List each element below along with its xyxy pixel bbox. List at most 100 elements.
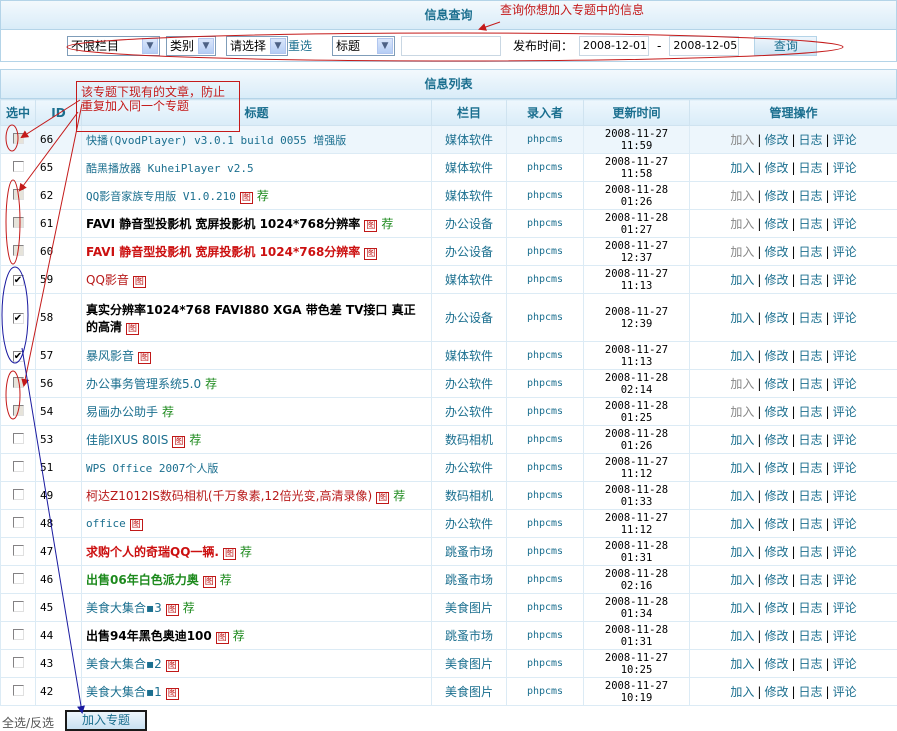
row-checkbox[interactable]: [12, 432, 24, 444]
comment-link[interactable]: 评论: [833, 461, 857, 475]
title-link[interactable]: FAVI 静音型投影机 宽屏投影机 1024*768分辨率: [86, 245, 360, 259]
user-link[interactable]: phpcms: [506, 649, 584, 678]
comment-link[interactable]: 评论: [833, 601, 857, 615]
add-link[interactable]: 加入: [730, 161, 754, 175]
user-link[interactable]: phpcms: [506, 425, 584, 454]
row-checkbox[interactable]: ✔: [12, 313, 24, 324]
user-link[interactable]: phpcms: [506, 265, 584, 294]
edit-link[interactable]: 修改: [764, 189, 788, 203]
add-link[interactable]: 加入: [730, 685, 754, 699]
category-link[interactable]: 媒体软件: [431, 153, 507, 182]
add-link[interactable]: 加入: [730, 545, 754, 559]
log-link[interactable]: 日志: [799, 189, 823, 203]
title-link[interactable]: QQ影音: [86, 273, 129, 287]
user-link[interactable]: phpcms: [506, 293, 584, 342]
type-select[interactable]: 类别 ▼: [166, 35, 216, 56]
edit-link[interactable]: 修改: [764, 545, 788, 559]
edit-link[interactable]: 修改: [764, 311, 788, 325]
row-checkbox[interactable]: [12, 516, 24, 528]
comment-link[interactable]: 评论: [833, 629, 857, 643]
keyword-input[interactable]: [401, 35, 502, 56]
add-link[interactable]: 加入: [730, 433, 754, 447]
comment-link[interactable]: 评论: [833, 517, 857, 531]
edit-link[interactable]: 修改: [764, 217, 788, 231]
log-link[interactable]: 日志: [799, 461, 823, 475]
user-link[interactable]: phpcms: [506, 481, 584, 510]
edit-link[interactable]: 修改: [764, 685, 788, 699]
edit-link[interactable]: 修改: [764, 349, 788, 363]
user-link[interactable]: phpcms: [506, 509, 584, 538]
log-link[interactable]: 日志: [799, 433, 823, 447]
title-link[interactable]: 酷黑播放器 KuheiPlayer v2.5: [86, 162, 254, 175]
edit-link[interactable]: 修改: [764, 433, 788, 447]
row-checkbox[interactable]: [12, 656, 24, 668]
edit-link[interactable]: 修改: [764, 657, 788, 671]
edit-link[interactable]: 修改: [764, 245, 788, 259]
category-link[interactable]: 美食图片: [431, 649, 507, 678]
title-link[interactable]: office: [86, 517, 126, 530]
edit-link[interactable]: 修改: [764, 573, 788, 587]
comment-link[interactable]: 评论: [833, 405, 857, 419]
log-link[interactable]: 日志: [799, 311, 823, 325]
log-link[interactable]: 日志: [799, 217, 823, 231]
log-link[interactable]: 日志: [799, 657, 823, 671]
log-link[interactable]: 日志: [799, 545, 823, 559]
add-link[interactable]: 加入: [730, 311, 754, 325]
query-button[interactable]: 查询: [754, 35, 818, 56]
user-link[interactable]: phpcms: [506, 125, 584, 154]
choose-select[interactable]: 请选择 ▼: [226, 35, 288, 56]
edit-link[interactable]: 修改: [764, 629, 788, 643]
column-select[interactable]: 不限栏目 ▼: [67, 35, 160, 56]
category-link[interactable]: 跳蚤市场: [431, 621, 507, 650]
title-link[interactable]: 佳能IXUS 80IS: [86, 433, 168, 447]
user-link[interactable]: phpcms: [506, 453, 584, 482]
edit-link[interactable]: 修改: [764, 161, 788, 175]
title-link[interactable]: 出售06年白色派力奥: [86, 573, 199, 587]
comment-link[interactable]: 评论: [833, 245, 857, 259]
select-all-link[interactable]: 全选/反选: [2, 714, 54, 731]
title-link[interactable]: 柯达Z1012IS数码相机(千万象素,12倍光变,高清录像): [86, 489, 372, 503]
log-link[interactable]: 日志: [799, 273, 823, 287]
user-link[interactable]: phpcms: [506, 209, 584, 238]
comment-link[interactable]: 评论: [833, 489, 857, 503]
add-link[interactable]: 加入: [730, 461, 754, 475]
category-link[interactable]: 媒体软件: [431, 265, 507, 294]
edit-link[interactable]: 修改: [764, 489, 788, 503]
add-link[interactable]: 加入: [730, 489, 754, 503]
category-link[interactable]: 办公软件: [431, 397, 507, 426]
log-link[interactable]: 日志: [799, 161, 823, 175]
add-link[interactable]: 加入: [730, 517, 754, 531]
user-link[interactable]: phpcms: [506, 537, 584, 566]
row-checkbox[interactable]: [12, 600, 24, 612]
row-checkbox[interactable]: [12, 460, 24, 472]
title-link[interactable]: 求购个人的奇瑞QQ一辆.: [86, 545, 219, 559]
comment-link[interactable]: 评论: [833, 433, 857, 447]
category-link[interactable]: 数码相机: [431, 481, 507, 510]
edit-link[interactable]: 修改: [764, 377, 788, 391]
date-to-input[interactable]: 2008-12-05: [669, 35, 740, 56]
comment-link[interactable]: 评论: [833, 189, 857, 203]
log-link[interactable]: 日志: [799, 349, 823, 363]
title-link[interactable]: 出售94年黑色奥迪100: [86, 629, 212, 643]
comment-link[interactable]: 评论: [833, 377, 857, 391]
comment-link[interactable]: 评论: [833, 349, 857, 363]
category-link[interactable]: 办公设备: [431, 209, 507, 238]
category-link[interactable]: 美食图片: [431, 677, 507, 706]
comment-link[interactable]: 评论: [833, 685, 857, 699]
category-link[interactable]: 办公软件: [431, 509, 507, 538]
log-link[interactable]: 日志: [799, 489, 823, 503]
row-checkbox[interactable]: [12, 684, 24, 696]
log-link[interactable]: 日志: [799, 405, 823, 419]
title-link[interactable]: 暴风影音: [86, 349, 134, 363]
title-link[interactable]: QQ影音家族专用版 V1.0.210: [86, 190, 236, 203]
title-link[interactable]: 办公事务管理系统5.0: [86, 377, 201, 391]
edit-link[interactable]: 修改: [764, 405, 788, 419]
edit-link[interactable]: 修改: [764, 517, 788, 531]
user-link[interactable]: phpcms: [506, 369, 584, 398]
comment-link[interactable]: 评论: [833, 657, 857, 671]
log-link[interactable]: 日志: [799, 573, 823, 587]
comment-link[interactable]: 评论: [833, 217, 857, 231]
category-link[interactable]: 数码相机: [431, 425, 507, 454]
add-link[interactable]: 加入: [730, 273, 754, 287]
edit-link[interactable]: 修改: [764, 601, 788, 615]
